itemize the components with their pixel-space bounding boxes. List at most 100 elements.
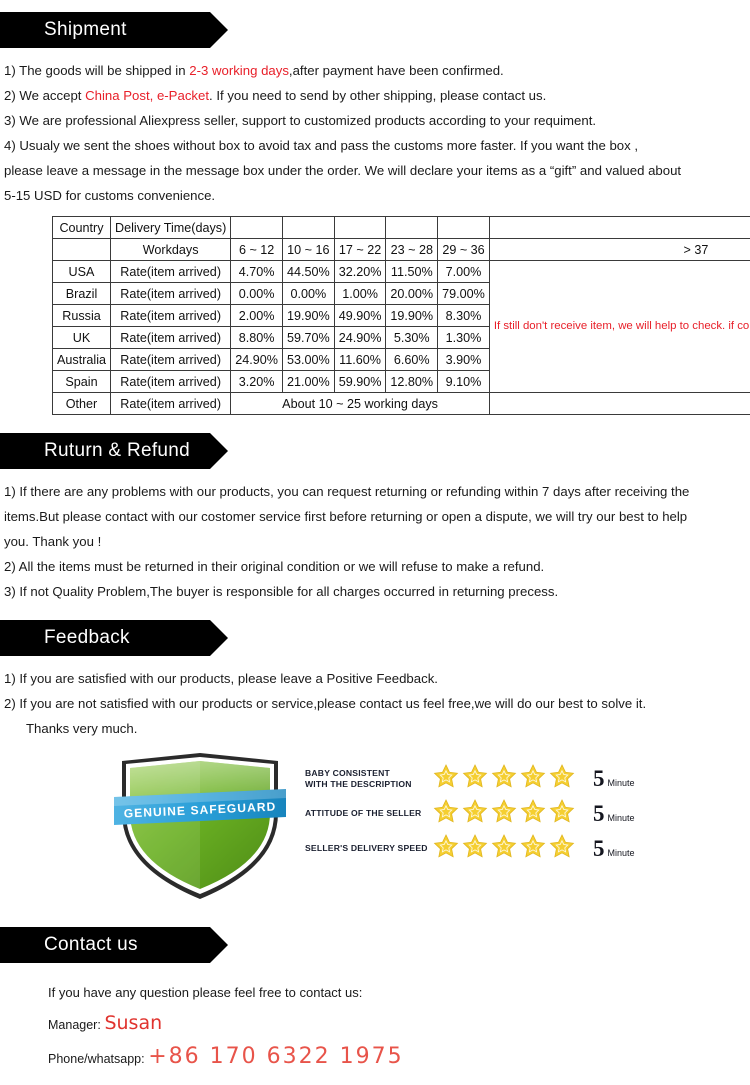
plain-text: ,after payment have been confirmed.	[288, 63, 504, 78]
table-cell-country: Russia	[52, 304, 111, 327]
rating-label: ATTITUDE OF THE SELLER	[305, 808, 422, 818]
table-cell-rate: 5.30%	[385, 326, 439, 349]
banner-returns-label: Ruturn & Refund	[44, 440, 191, 461]
table-cell-empty	[488, 392, 750, 415]
table-cell-rate: 1.00%	[333, 282, 387, 305]
rating-stars	[433, 763, 585, 794]
table-cell-rate: 2.00%	[230, 304, 283, 327]
banner-contact-label: Contact us	[44, 934, 138, 955]
table-cell-rate: 3.90%	[437, 348, 490, 371]
contact-manager-label: Manager:	[48, 1018, 101, 1032]
table-cell-rate: 21.00%	[281, 370, 335, 393]
star-icon	[491, 833, 517, 864]
table-cell-rate: 44.50%	[281, 260, 335, 283]
plain-text: 3) We are professional Aliexpress seller…	[4, 113, 597, 128]
table-header-cell: Country	[52, 216, 111, 239]
table-cell-rate: 11.50%	[385, 260, 439, 283]
table-header-cell: 29 ~ 36	[437, 238, 490, 261]
table-header-cell	[488, 216, 750, 239]
star-icon	[549, 798, 575, 829]
table-cell-metric: Rate(item arrived)	[109, 370, 232, 393]
trust-badges-row: GENUINE SAFEGUARD BABY CONSISTENT WITH TH…	[0, 747, 750, 907]
table-cell-rate: 49.90%	[333, 304, 387, 327]
star-icon	[520, 798, 546, 829]
feedback-paragraphs: 1) If you are satisfied with our product…	[0, 666, 750, 741]
contact-phone-row: Phone/whatsapp: +86 170 6322 1975	[48, 1041, 750, 1075]
table-cell-rate: 12.80%	[385, 370, 439, 393]
table-header-cell: 6 ~ 12	[230, 238, 283, 261]
table-cell-country: Australia	[52, 348, 111, 371]
table-header-cell	[437, 216, 490, 239]
contact-manager-row: Manager: Susan	[48, 1008, 750, 1041]
table-cell-rate: 79.00%	[437, 282, 490, 305]
table-cell-metric: Rate(item arrived)	[109, 260, 232, 283]
feedback-line: Thanks very much.	[26, 721, 138, 736]
banner-returns: Ruturn & Refund	[0, 433, 228, 469]
table-header-row: Country Delivery Time(days)	[52, 216, 750, 239]
banner-feedback: Feedback	[0, 620, 228, 656]
rating-score-number: 5	[593, 801, 605, 826]
highlighted-text: China Post, e-Packet	[85, 88, 210, 103]
banner-shipment: Shipment	[0, 12, 228, 48]
shipment-line-3: 3) We are professional Aliexpress seller…	[4, 108, 744, 133]
table-cell-rate: 7.00%	[437, 260, 490, 283]
rating-label: SELLER'S DELIVERY SPEED	[305, 843, 428, 853]
table-cell-metric: Rate(item arrived)	[109, 392, 232, 415]
rating-row: BABY CONSISTENT WITH THE DESCRIPTION 5 Minu…	[305, 761, 675, 796]
returns-paragraphs: 1) If there are any problems with our pr…	[0, 479, 750, 604]
table-cell-rate: 11.60%	[333, 348, 387, 371]
table-cell-rate: 32.20%	[333, 260, 387, 283]
table-cell-lost-item-note: If still don't receive item, we will hel…	[488, 260, 750, 393]
rating-row: ATTITUDE OF THE SELLER 5 Minute	[305, 796, 675, 831]
star-icon	[433, 833, 459, 864]
returns-line: 3) If not Quality Problem,The buyer is r…	[4, 584, 559, 599]
table-cell-metric: Rate(item arrived)	[109, 326, 232, 349]
table-header-cell: 10 ~ 16	[281, 238, 335, 261]
plain-text: 2) We accept	[4, 88, 86, 103]
contact-phone-number[interactable]: +86 170 6322 1975	[148, 1044, 403, 1069]
star-icon	[433, 798, 459, 829]
table-header-cell	[281, 216, 335, 239]
star-icon	[462, 833, 488, 864]
shipment-line-6: 5-15 USD for customs convenience.	[4, 183, 744, 208]
table-cell-rate: 0.00%	[281, 282, 335, 305]
plain-text: please leave a message in the message bo…	[4, 163, 682, 178]
table-cell-metric: Rate(item arrived)	[109, 282, 232, 305]
table-header-cell: 17 ~ 22	[333, 238, 387, 261]
returns-line: 2) All the items must be returned in the…	[4, 559, 545, 574]
plain-text: 5-15 USD for customs convenience.	[4, 188, 216, 203]
returns-line: you. Thank you !	[4, 534, 102, 549]
highlighted-text: 2-3 working days	[189, 63, 289, 78]
section-feedback: Feedback 1) If you are satisfied with ou…	[0, 620, 750, 741]
plain-text: 1) The goods will be shipped in	[4, 63, 190, 78]
star-icon	[462, 798, 488, 829]
table-cell-rate: 6.60%	[385, 348, 439, 371]
table-cell-rate: 8.30%	[437, 304, 490, 327]
rating-score-number: 5	[593, 836, 605, 861]
star-icon	[549, 763, 575, 794]
rating-score-unit: Minute	[607, 848, 635, 858]
seller-ratings-list: BABY CONSISTENT WITH THE DESCRIPTION 5 Minu…	[305, 761, 675, 866]
star-icon	[520, 763, 546, 794]
plain-text: . If you need to send by other shipping,…	[209, 88, 547, 103]
star-icon	[491, 798, 517, 829]
table-header-cell: Delivery Time(days)	[109, 216, 232, 239]
table-header-cell	[52, 238, 111, 261]
table-cell-rate: 59.90%	[333, 370, 387, 393]
section-shipment: Shipment 1) The goods will be shipped in…	[0, 0, 750, 208]
table-header-cell: 23 ~ 28	[385, 238, 439, 261]
rating-score-unit: Minute	[607, 813, 635, 823]
table-cell-rate: 24.90%	[333, 326, 387, 349]
feedback-line: 2) If you are not satisfied with our pro…	[4, 696, 647, 711]
banner-contact: Contact us	[0, 927, 228, 963]
table-cell-country: Other	[52, 392, 111, 415]
table-cell-rate: 9.10%	[437, 370, 490, 393]
table-row: USA Rate(item arrived) 4.70% 44.50% 32.20% 11…	[52, 260, 750, 393]
shipping-rate-table: Country Delivery Time(days) Workdays 6 ~ 12…	[52, 216, 750, 415]
rating-score: 5 Minute	[593, 767, 635, 790]
star-icon	[520, 833, 546, 864]
table-cell-rate: 19.90%	[385, 304, 439, 327]
section-contact: Contact us If you have any question plea…	[0, 927, 750, 1075]
shipment-line-2: 2) We accept China Post, e-Packet. If yo…	[4, 83, 744, 108]
rating-stars	[433, 798, 585, 829]
